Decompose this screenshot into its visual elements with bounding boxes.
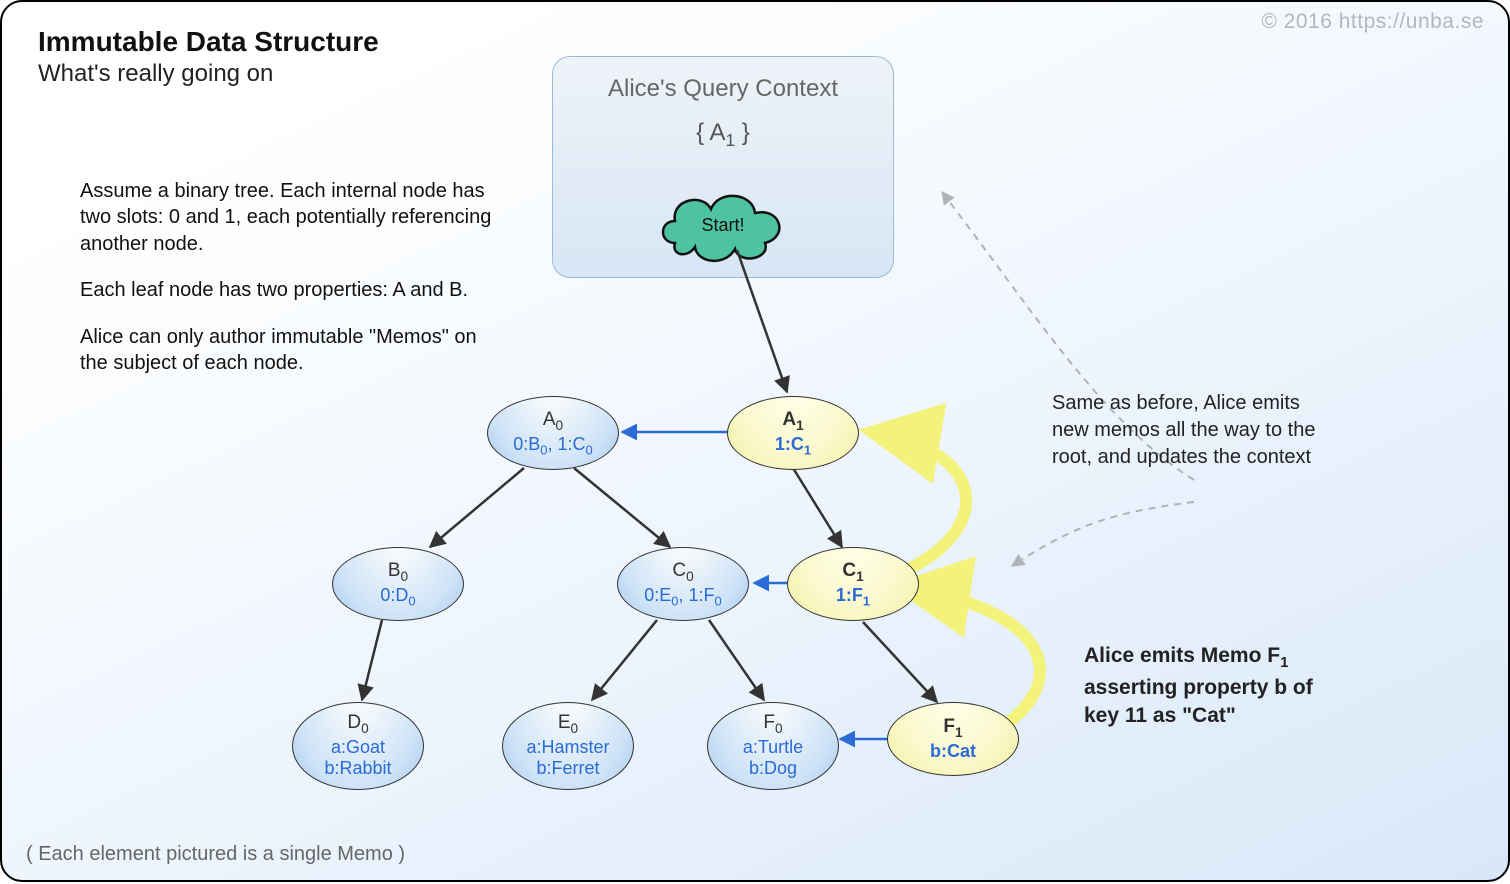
node-c0: C0 0:E0, 1:F0 xyxy=(617,547,749,621)
query-context-box: Alice's Query Context { A1 } Start! xyxy=(552,56,894,278)
query-context-set: { A1 } xyxy=(553,119,893,151)
node-f1-sub: b:Cat xyxy=(930,741,976,762)
description-block: Assume a binary tree. Each internal node… xyxy=(80,178,500,396)
start-cloud: Start! xyxy=(653,185,793,268)
node-c1-label: C1 xyxy=(842,560,863,585)
description-line-1: Assume a binary tree. Each internal node… xyxy=(80,178,500,257)
edge-a0-b0 xyxy=(430,468,524,547)
node-b0: B0 0:D0 xyxy=(332,547,464,621)
node-f0-label: F0 xyxy=(763,712,782,737)
description-line-3: Alice can only author immutable "Memos" … xyxy=(80,324,500,377)
edge-a1-c1 xyxy=(793,468,842,547)
node-d0-a: a:Goat xyxy=(331,737,385,758)
node-a1-label: A1 xyxy=(782,409,803,434)
node-a0-label: A0 xyxy=(543,409,563,434)
node-d0-label: D0 xyxy=(347,712,368,737)
node-c0-sub: 0:E0, 1:F0 xyxy=(644,585,721,609)
note-same-as-before: Same as before, Alice emits new memos al… xyxy=(1052,390,1342,471)
node-a1: A1 1:C1 xyxy=(727,396,859,470)
node-e0-b: b:Ferret xyxy=(536,758,599,779)
cloud-icon: Start! xyxy=(653,185,793,263)
description-line-2: Each leaf node has two properties: A and… xyxy=(80,277,500,303)
node-f0: F0 a:Turtle b:Dog xyxy=(707,702,839,790)
diagram-title: Immutable Data Structure xyxy=(38,26,379,58)
query-context-title: Alice's Query Context xyxy=(553,75,893,103)
node-e0-a: a:Hamster xyxy=(526,737,609,758)
edge-c0-e0 xyxy=(592,620,657,700)
copyright-text: © 2016 https://unba.se xyxy=(1261,10,1484,34)
edge-c1-f1 xyxy=(863,622,937,702)
diagram-subtitle: What's really going on xyxy=(38,60,273,88)
start-label: Start! xyxy=(701,215,744,235)
node-b0-label: B0 xyxy=(388,560,408,585)
diagram-stage: © 2016 https://unba.se Immutable Data St… xyxy=(0,0,1510,882)
node-c0-label: C0 xyxy=(672,560,693,585)
edge-a0-c0 xyxy=(574,468,670,547)
node-f0-a: a:Turtle xyxy=(743,737,803,758)
note-alice-emits: Alice emits Memo F1 asserting property b… xyxy=(1084,642,1339,730)
node-f0-b: b:Dog xyxy=(749,758,797,779)
footnote-text: ( Each element pictured is a single Memo… xyxy=(26,843,405,866)
edge-b0-d0 xyxy=(362,620,382,700)
node-e0: E0 a:Hamster b:Ferret xyxy=(502,702,634,790)
dashed-arrow-to-chain xyxy=(1012,502,1194,566)
edge-c0-f0 xyxy=(709,620,764,700)
node-f1-label: F1 xyxy=(943,716,962,741)
node-e0-label: E0 xyxy=(558,712,578,737)
node-a1-sub: 1:C1 xyxy=(775,434,811,458)
node-c1: C1 1:F1 xyxy=(787,547,919,621)
node-a0: A0 0:B0, 1:C0 xyxy=(487,396,619,470)
node-a0-sub: 0:B0, 1:C0 xyxy=(513,434,592,458)
node-d0: D0 a:Goat b:Rabbit xyxy=(292,702,424,790)
node-f1: F1 b:Cat xyxy=(887,702,1019,776)
node-b0-sub: 0:D0 xyxy=(380,585,415,609)
node-d0-b: b:Rabbit xyxy=(324,758,391,779)
node-c1-sub: 1:F1 xyxy=(836,585,870,609)
